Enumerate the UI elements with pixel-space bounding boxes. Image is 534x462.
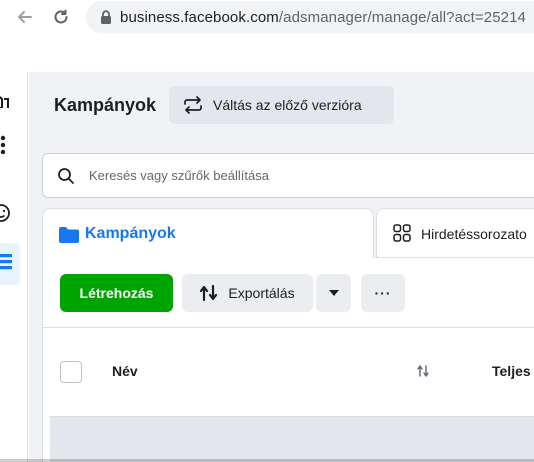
table-row[interactable]: [50, 416, 534, 462]
sort-icon[interactable]: [416, 364, 430, 383]
switch-version-button[interactable]: Váltás az előző verzióra: [169, 86, 394, 124]
campaign-list-icon[interactable]: [0, 252, 12, 279]
search-icon: [57, 167, 75, 185]
select-all-checkbox[interactable]: [60, 361, 82, 383]
reload-icon[interactable]: [48, 4, 74, 30]
export-dropdown-button[interactable]: [316, 274, 351, 312]
emoji-icon[interactable]: [0, 203, 12, 228]
tab-campaigns-label: Kampányok: [85, 225, 176, 242]
more-options-label: ···: [374, 285, 392, 301]
url-path: /adsmanager/manage/all?act=25214: [278, 8, 526, 26]
sort-export-icon: [200, 285, 218, 301]
more-vertical-icon[interactable]: [0, 135, 6, 160]
column-header-name[interactable]: Név: [112, 363, 138, 379]
tab-ad-sets-label: Hirdetéssorozato: [421, 226, 527, 242]
column-header-total[interactable]: Teljes: [492, 363, 531, 379]
more-options-button[interactable]: ···: [361, 274, 405, 312]
switch-version-label: Váltás az előző verzióra: [213, 97, 362, 113]
page-title: Kampányok: [54, 95, 157, 115]
folder-icon: [59, 227, 79, 248]
grid-icon: [393, 224, 411, 247]
export-label: Exportálás: [228, 285, 295, 301]
caret-down-icon: [328, 289, 340, 297]
address-bar[interactable]: business.facebook.com/adsmanager/manage/…: [86, 1, 534, 33]
export-button[interactable]: Exportálás: [182, 274, 313, 312]
home-icon[interactable]: [0, 88, 10, 113]
create-button[interactable]: Létrehozás: [60, 274, 173, 312]
back-arrow-icon[interactable]: [12, 4, 38, 30]
browser-toolbar: business.facebook.com/adsmanager/manage/…: [0, 0, 534, 36]
swap-arrows-icon: [183, 96, 203, 114]
url-text: business.facebook.com/adsmanager/manage/…: [120, 9, 526, 26]
search-input[interactable]: Keresés vagy szűrők beállítása: [42, 153, 534, 198]
lock-icon: [100, 10, 112, 24]
search-placeholder: Keresés vagy szűrők beállítása: [89, 168, 269, 183]
url-host: business.facebook.com: [120, 8, 279, 26]
tab-ad-sets[interactable]: Hirdetéssorozato: [376, 208, 534, 258]
